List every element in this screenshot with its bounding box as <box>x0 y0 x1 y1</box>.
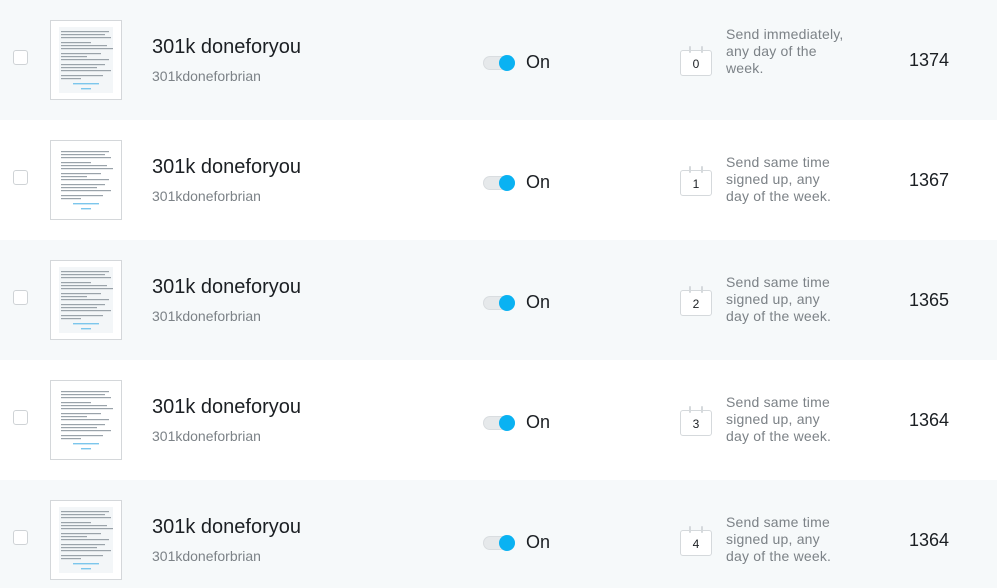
email-preview-thumbnail[interactable] <box>50 260 122 340</box>
calendar-icon: 2 <box>680 286 714 316</box>
toggle-knob <box>499 295 515 311</box>
schedule-text: Send same time signed up, any day of the… <box>726 154 832 204</box>
subscriber-count: 1374 <box>909 50 950 70</box>
email-preview-thumbnail[interactable] <box>50 140 122 220</box>
subscriber-count: 1365 <box>909 290 950 310</box>
status-toggle[interactable] <box>483 295 517 311</box>
status-toggle[interactable] <box>483 55 517 71</box>
row-select-checkbox[interactable] <box>13 410 28 425</box>
status-label: On <box>526 532 551 552</box>
calendar-icon: 1 <box>680 166 714 196</box>
list-item[interactable]: 301k doneforyou 301kdoneforbrian On 2 Se… <box>0 240 997 360</box>
email-subtitle: 301kdoneforbrian <box>152 548 261 564</box>
thumbnail-graphic <box>59 387 113 453</box>
thumbnail-graphic <box>59 507 113 573</box>
status-toggle[interactable] <box>483 415 517 431</box>
schedule-text: Send immediately, any day of the week. <box>726 26 844 76</box>
email-preview-thumbnail[interactable] <box>50 380 122 460</box>
list-item[interactable]: 301k doneforyou 301kdoneforbrian On 4 Se… <box>0 480 997 588</box>
email-title[interactable]: 301k doneforyou <box>152 396 301 419</box>
toggle-knob <box>499 415 515 431</box>
thumbnail-graphic <box>59 147 113 213</box>
toggle-knob <box>499 535 515 551</box>
status-label: On <box>526 292 551 312</box>
calendar-icon: 4 <box>680 526 714 556</box>
email-title[interactable]: 301k doneforyou <box>152 516 301 539</box>
schedule-text: Send same time signed up, any day of the… <box>726 514 832 564</box>
email-subtitle: 301kdoneforbrian <box>152 68 261 84</box>
status-label: On <box>526 172 551 192</box>
email-preview-thumbnail[interactable] <box>50 500 122 580</box>
toggle-knob <box>499 55 515 71</box>
calendar-icon: 3 <box>680 406 714 436</box>
thumbnail-graphic <box>59 267 113 333</box>
day-number: 2 <box>692 297 700 311</box>
email-subtitle: 301kdoneforbrian <box>152 308 261 324</box>
email-title[interactable]: 301k doneforyou <box>152 156 301 179</box>
email-title[interactable]: 301k doneforyou <box>152 36 301 59</box>
subscriber-count: 1367 <box>909 170 950 190</box>
status-label: On <box>526 52 551 72</box>
schedule-text: Send same time signed up, any day of the… <box>726 274 832 324</box>
list-item[interactable]: 301k doneforyou 301kdoneforbrian On 0 Se… <box>0 0 997 120</box>
schedule-text: Send same time signed up, any day of the… <box>726 394 832 444</box>
calendar-icon: 0 <box>680 46 714 76</box>
row-select-checkbox[interactable] <box>13 170 28 185</box>
row-select-checkbox[interactable] <box>13 530 28 545</box>
email-sequence-list: 301k doneforyou 301kdoneforbrian On 0 Se… <box>0 0 997 588</box>
day-number: 3 <box>692 417 700 431</box>
email-title[interactable]: 301k doneforyou <box>152 276 301 299</box>
subscriber-count: 1364 <box>909 530 950 550</box>
status-label: On <box>526 412 551 432</box>
email-preview-thumbnail[interactable] <box>50 20 122 100</box>
status-toggle[interactable] <box>483 175 517 191</box>
list-item[interactable]: 301k doneforyou 301kdoneforbrian On 1 Se… <box>0 120 997 240</box>
day-number: 4 <box>692 537 700 551</box>
row-select-checkbox[interactable] <box>13 50 28 65</box>
list-item[interactable]: 301k doneforyou 301kdoneforbrian On 3 Se… <box>0 360 997 480</box>
status-toggle[interactable] <box>483 535 517 551</box>
thumbnail-graphic <box>59 27 113 93</box>
email-subtitle: 301kdoneforbrian <box>152 428 261 444</box>
email-subtitle: 301kdoneforbrian <box>152 188 261 204</box>
day-number: 0 <box>692 57 700 71</box>
subscriber-count: 1364 <box>909 410 950 430</box>
day-number: 1 <box>692 177 700 191</box>
toggle-knob <box>499 175 515 191</box>
row-select-checkbox[interactable] <box>13 290 28 305</box>
